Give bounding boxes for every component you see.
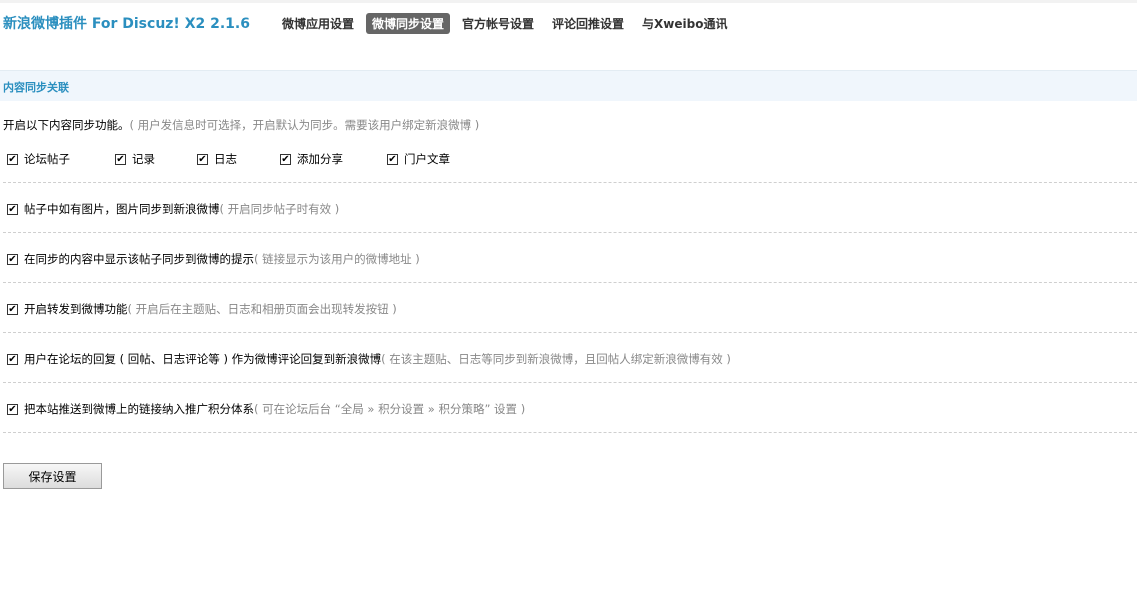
section-title: 内容同步关联 [3, 81, 69, 94]
enable-forward-label: 开启转发到微博功能 [24, 302, 128, 316]
option-sync-images[interactable]: ✔ 帖子中如有图片，图片同步到新浪微博( 开启同步帖子时有效 ) [7, 201, 339, 217]
forum-thread-checkbox[interactable]: ✔ [7, 153, 18, 165]
enable-forward-checkbox[interactable]: ✔ [7, 303, 18, 315]
tab-bar: 微博应用设置 微博同步设置 官方帐号设置 评论回推设置 与Xweibo通讯 [276, 12, 740, 34]
sync-type-row: ✔ 论坛帖子 ✔ 记录 ✔ 日志 ✔ 添加分享 ✔ 门户文章 [7, 151, 450, 167]
sync-record[interactable]: ✔ 记录 [115, 151, 197, 167]
option-promo-credits[interactable]: ✔ 把本站推送到微博上的链接纳入推广积分体系( 可在论坛后台 “全局 » 积分设… [7, 401, 525, 417]
tab-weibo-app-settings[interactable]: 微博应用设置 [276, 13, 360, 34]
sync-forum-thread[interactable]: ✔ 论坛帖子 [7, 151, 115, 167]
sync-portal-article[interactable]: ✔ 门户文章 [387, 151, 450, 167]
enable-forward-hint: ( 开启后在主题贴、日志和相册页面会出现转发按钮 ) [127, 302, 397, 316]
show-sync-tip-checkbox[interactable]: ✔ [7, 253, 18, 265]
record-label: 记录 [132, 152, 155, 166]
portal-article-label: 门户文章 [404, 152, 450, 166]
sync-images-hint: ( 开启同步帖子时有效 ) [219, 202, 340, 216]
portal-article-checkbox[interactable]: ✔ [387, 153, 398, 165]
show-sync-tip-label: 在同步的内容中显示该帖子同步到微博的提示 [24, 252, 254, 266]
sync-blog[interactable]: ✔ 日志 [197, 151, 280, 167]
sync-intro-hint: ( 用户发信息时可选择，开启默认为同步。需要该用户绑定新浪微博 ) [129, 118, 480, 132]
tab-weibo-sync-settings[interactable]: 微博同步设置 [365, 12, 450, 34]
record-checkbox[interactable]: ✔ [115, 153, 126, 165]
sync-intro-text: 开启以下内容同步功能。 [3, 118, 130, 132]
option-show-sync-tip[interactable]: ✔ 在同步的内容中显示该帖子同步到微博的提示( 链接显示为该用户的微博地址 ) [7, 251, 420, 267]
divider [3, 232, 1137, 233]
option-reply-as-comment[interactable]: ✔ 用户在论坛的回复 ( 回帖、日志评论等 ) 作为微博评论回复到新浪微博( 在… [7, 351, 731, 367]
sync-images-checkbox[interactable]: ✔ [7, 203, 18, 215]
header: 新浪微博插件 For Discuz! X2 2.1.6 微博应用设置 微博同步设… [3, 12, 739, 34]
promo-credits-checkbox[interactable]: ✔ [7, 403, 18, 415]
blog-label: 日志 [214, 152, 237, 166]
show-sync-tip-hint: ( 链接显示为该用户的微博地址 ) [254, 252, 420, 266]
divider [3, 182, 1137, 183]
tab-official-account-settings[interactable]: 官方帐号设置 [456, 13, 540, 34]
tab-comment-pushback-settings[interactable]: 评论回推设置 [546, 13, 630, 34]
save-settings-button[interactable]: 保存设置 [3, 463, 102, 489]
sync-images-label: 帖子中如有图片，图片同步到新浪微博 [24, 202, 220, 216]
reply-as-comment-checkbox[interactable]: ✔ [7, 353, 18, 365]
share-checkbox[interactable]: ✔ [280, 153, 291, 165]
forum-thread-label: 论坛帖子 [24, 152, 70, 166]
option-enable-forward[interactable]: ✔ 开启转发到微博功能( 开启后在主题贴、日志和相册页面会出现转发按钮 ) [7, 301, 397, 317]
sync-share[interactable]: ✔ 添加分享 [280, 151, 387, 167]
promo-credits-hint: ( 可在论坛后台 “全局 » 积分设置 » 积分策略” 设置 ) [254, 402, 526, 416]
reply-as-comment-label: 用户在论坛的回复 ( 回帖、日志评论等 ) 作为微博评论回复到新浪微博 [24, 352, 382, 366]
divider [3, 332, 1137, 333]
reply-as-comment-hint: ( 在该主题贴、日志等同步到新浪微博，且回帖人绑定新浪微博有效 ) [381, 352, 731, 366]
app-title: 新浪微博插件 For Discuz! X2 2.1.6 [3, 16, 250, 32]
share-label: 添加分享 [297, 152, 343, 166]
divider [3, 432, 1137, 433]
sync-intro: 开启以下内容同步功能。( 用户发信息时可选择，开启默认为同步。需要该用户绑定新浪… [3, 117, 479, 133]
top-border [0, 0, 1137, 3]
divider [3, 282, 1137, 283]
blog-checkbox[interactable]: ✔ [197, 153, 208, 165]
promo-credits-label: 把本站推送到微博上的链接纳入推广积分体系 [24, 402, 254, 416]
tab-xweibo-communication[interactable]: 与Xweibo通讯 [636, 13, 733, 34]
section-header: 内容同步关联 [0, 70, 1137, 101]
divider [3, 382, 1137, 383]
